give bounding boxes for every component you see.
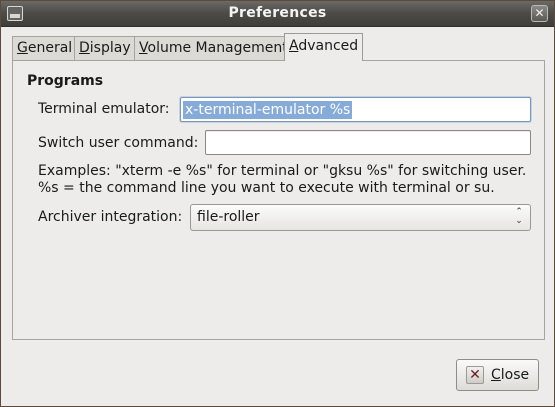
spin-arrows-icon: ⌃ ⌄ (514, 208, 524, 226)
tab-display[interactable]: Display (74, 36, 136, 60)
terminal-emulator-input[interactable]: x-terminal-emulator %s (180, 97, 531, 122)
close-button-label: Close (491, 367, 529, 383)
switch-user-command-input[interactable] (205, 130, 531, 155)
terminal-emulator-value: x-terminal-emulator %s (183, 101, 353, 119)
archiver-integration-label: Archiver integration: (38, 209, 183, 225)
close-icon: ✕ (466, 366, 484, 384)
close-button[interactable]: ✕ Close (456, 359, 539, 391)
tab-advanced-label: dvanced (298, 38, 359, 54)
terminal-emulator-label: Terminal emulator: (38, 101, 170, 117)
arrow-down-icon: ⌄ (515, 216, 523, 226)
advanced-panel: Programs Terminal emulator: x-terminal-e… (12, 60, 545, 340)
tab-general[interactable]: General (12, 36, 78, 60)
tab-volume-management-mnemonic: V (139, 40, 148, 56)
preferences-window: Preferences ✕ General Display Volume Man… (0, 0, 555, 407)
tab-advanced-mnemonic: A (289, 38, 299, 54)
archiver-integration-select[interactable]: file-roller ⌃ ⌄ (190, 204, 531, 231)
programs-heading: Programs (27, 73, 104, 89)
switch-user-command-label: Switch user command: (38, 135, 199, 151)
tab-general-mnemonic: G (17, 40, 28, 56)
tab-advanced[interactable]: Advanced (284, 33, 364, 61)
title-bar[interactable]: Preferences ✕ (1, 1, 554, 27)
examples-text-line1: Examples: "xterm -e %s" for terminal or … (38, 163, 527, 179)
tab-volume-management-label: olume Management (147, 40, 288, 56)
window-title: Preferences (228, 5, 327, 21)
close-label-rest: lose (500, 367, 530, 383)
tab-display-label: isplay (89, 40, 131, 56)
archiver-integration-value: file-roller (197, 209, 260, 225)
examples-text-line2: %s = the command line you want to execut… (38, 180, 495, 196)
tab-display-mnemonic: D (79, 40, 90, 56)
tab-volume-management[interactable]: Volume Management (134, 36, 293, 60)
tab-general-label: eneral (27, 40, 73, 56)
close-mnemonic: C (491, 367, 501, 383)
close-icon[interactable]: ✕ (531, 5, 548, 22)
